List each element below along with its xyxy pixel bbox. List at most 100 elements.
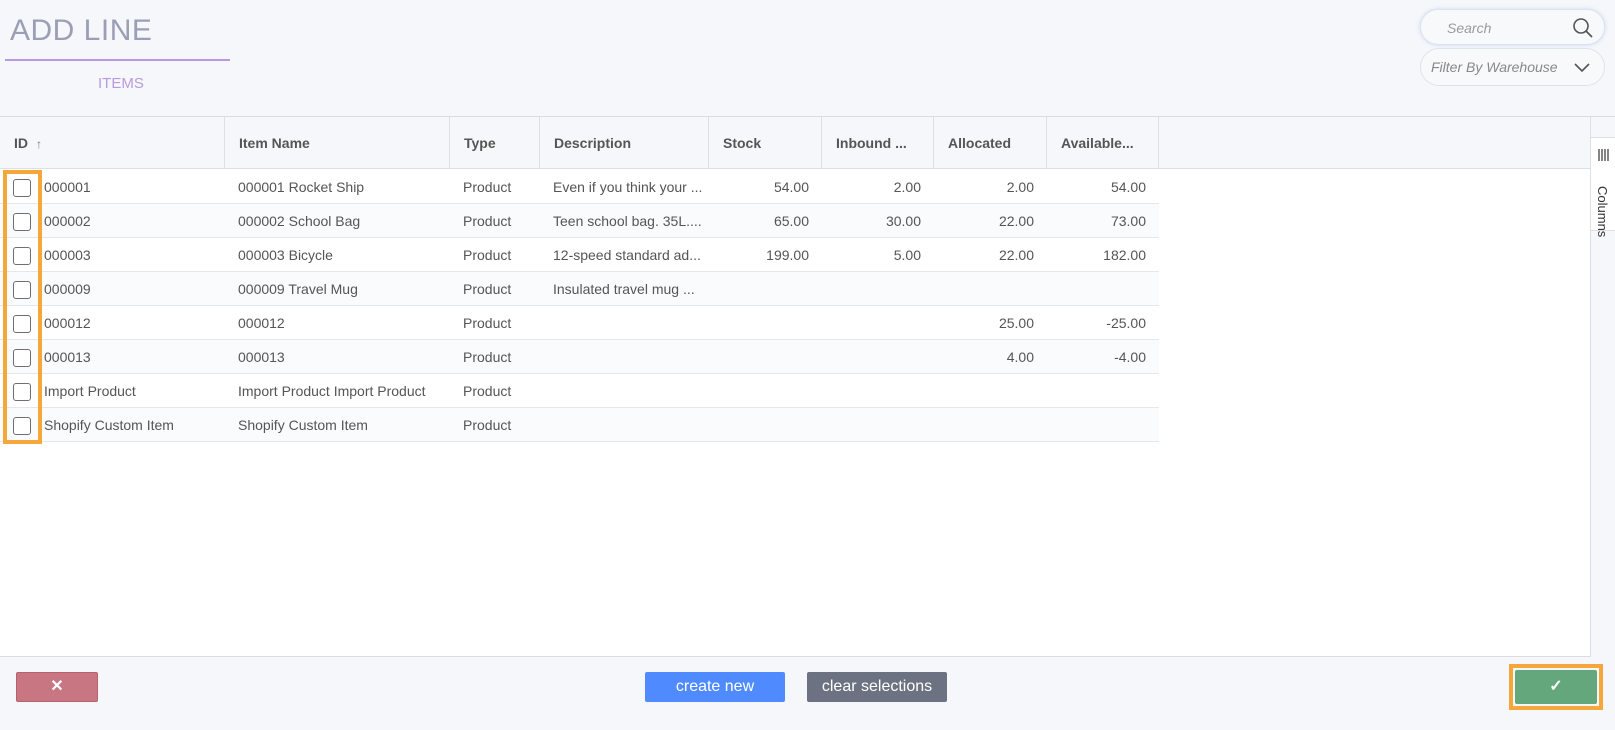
cell-allocated: 2.00 (1006, 179, 1034, 195)
column-header-inbound[interactable]: Inbound ... (822, 117, 934, 169)
cell-inbound (822, 306, 921, 340)
cell-available: 73.00 (1110, 213, 1146, 229)
cell-inbound (822, 340, 921, 374)
column-header-item-name[interactable]: Item Name (225, 117, 450, 169)
cell-description: Teen school bag. 35L.... (553, 213, 702, 229)
row-select-checkbox[interactable] (13, 281, 31, 299)
cell-id: 000001 (44, 179, 91, 195)
column-header-label: ID (14, 135, 28, 151)
cell-id: 000003 (44, 247, 91, 263)
cell-available: -4.00 (1114, 349, 1146, 365)
row-select-checkbox[interactable] (13, 213, 31, 231)
cell-allocated: 25.00 (998, 315, 1034, 331)
sort-ascending-icon: ↑ (36, 137, 42, 151)
cell-item-name: Shopify Custom Item (238, 417, 368, 433)
cell-item-name: 000009 Travel Mug (238, 281, 358, 297)
search-input[interactable] (1447, 18, 1567, 38)
cell-allocated (934, 272, 1034, 306)
cell-item-name: 000003 Bicycle (238, 247, 333, 263)
table-row[interactable]: Shopify Custom Item Shopify Custom Item Pr… (0, 408, 1159, 442)
columns-icon (1598, 149, 1609, 161)
row-select-checkbox[interactable] (13, 349, 31, 367)
cell-description: Insulated travel mug ... (553, 281, 695, 297)
row-select-checkbox[interactable] (13, 417, 31, 435)
chevron-down-icon (1574, 63, 1590, 73)
cell-description (553, 374, 703, 408)
cell-available: 182.00 (1103, 247, 1146, 263)
cell-type: Product (463, 349, 512, 365)
cell-allocated (934, 408, 1034, 442)
cell-stock (709, 374, 809, 408)
page-title: ADD LINE (10, 14, 153, 47)
cell-description (553, 306, 703, 340)
cell-stock (709, 408, 809, 442)
warehouse-filter-placeholder: Filter By Warehouse (1431, 59, 1558, 75)
footer-bar: ✕ create new clear selections ✓ (0, 657, 1615, 730)
tab-items[interactable]: ITEMS (98, 75, 144, 92)
row-select-checkbox[interactable] (13, 383, 31, 401)
cell-item-name: 000001 Rocket Ship (238, 179, 365, 195)
row-select-checkbox[interactable] (13, 179, 31, 197)
cell-stock: 54.00 (773, 179, 809, 195)
cell-inbound (822, 272, 921, 306)
cell-type: Product (463, 247, 512, 263)
warehouse-filter-select[interactable]: Filter By Warehouse (1420, 48, 1605, 86)
cell-stock (709, 340, 809, 374)
cell-id: Import Product (44, 383, 136, 399)
column-header-id[interactable]: ID ↑ (0, 117, 225, 169)
cell-item-name: 000013 (238, 349, 285, 365)
column-header-stock[interactable]: Stock (709, 117, 822, 169)
table-row[interactable]: Import Product Import Product Import Prod… (0, 374, 1159, 408)
cell-type: Product (463, 179, 512, 195)
grid-side-panel: Columns (1590, 117, 1615, 658)
table-row[interactable]: 000001 000001 Rocket Ship Product Even if y… (0, 170, 1159, 204)
header: ADD LINE ITEMS Filter By Warehouse (0, 0, 1615, 116)
confirm-button-highlight: ✓ (1509, 664, 1603, 710)
create-new-button[interactable]: create new (645, 672, 785, 702)
cell-stock: 199.00 (766, 247, 809, 263)
cell-inbound: 2.00 (893, 179, 921, 195)
cell-stock (709, 272, 809, 306)
column-header-available[interactable]: Available... (1047, 117, 1159, 169)
table-row[interactable]: 000009 000009 Travel Mug Product Insulated … (0, 272, 1159, 306)
confirm-button[interactable]: ✓ (1515, 670, 1597, 704)
grid-header-row: ID ↑ Item Name Type Description Stock Inb… (0, 117, 1590, 169)
table-row[interactable]: 000012 000012 Product 25.00 -25.00 (0, 306, 1159, 340)
cell-inbound (822, 408, 921, 442)
columns-panel-tab[interactable]: Columns (1591, 137, 1615, 237)
cell-available (1047, 374, 1146, 408)
cell-item-name: 000002 School Bag (238, 213, 361, 229)
cell-stock (709, 306, 809, 340)
column-header-type[interactable]: Type (450, 117, 540, 169)
table-row[interactable]: 000013 000013 Product 4.00 -4.00 (0, 340, 1159, 374)
cell-id: 000013 (44, 349, 91, 365)
column-header-description[interactable]: Description (540, 117, 709, 169)
cell-type: Product (463, 213, 512, 229)
search-icon[interactable] (1572, 17, 1594, 39)
search-box[interactable] (1420, 9, 1605, 45)
columns-panel-label: Columns (1595, 186, 1610, 238)
column-header-allocated[interactable]: Allocated (934, 117, 1047, 169)
cell-description: Even if you think your ... (553, 179, 703, 195)
items-grid: ID ↑ Item Name Type Description Stock Inb… (0, 116, 1615, 658)
cell-available: 54.00 (1110, 179, 1146, 195)
title-underline (5, 59, 230, 61)
cell-inbound: 30.00 (885, 213, 921, 229)
cancel-button[interactable]: ✕ (16, 672, 98, 702)
cell-type: Product (463, 281, 512, 297)
clear-selections-button[interactable]: clear selections (807, 672, 947, 702)
row-select-checkbox[interactable] (13, 315, 31, 333)
cell-type: Product (463, 417, 512, 433)
cell-allocated: 4.00 (1006, 349, 1034, 365)
cell-available (1047, 408, 1146, 442)
table-row[interactable]: 000002 000002 School Bag Product Teen schoo… (0, 204, 1159, 238)
row-select-checkbox[interactable] (13, 247, 31, 265)
cell-type: Product (463, 315, 512, 331)
cell-available (1047, 272, 1146, 306)
table-row[interactable]: 000003 000003 Bicycle Product 12-speed stan… (0, 238, 1159, 272)
cell-id: Shopify Custom Item (44, 417, 174, 433)
cell-id: 000002 (44, 213, 91, 229)
cell-description (553, 340, 703, 374)
cell-allocated: 22.00 (998, 247, 1034, 263)
cell-available: -25.00 (1106, 315, 1146, 331)
